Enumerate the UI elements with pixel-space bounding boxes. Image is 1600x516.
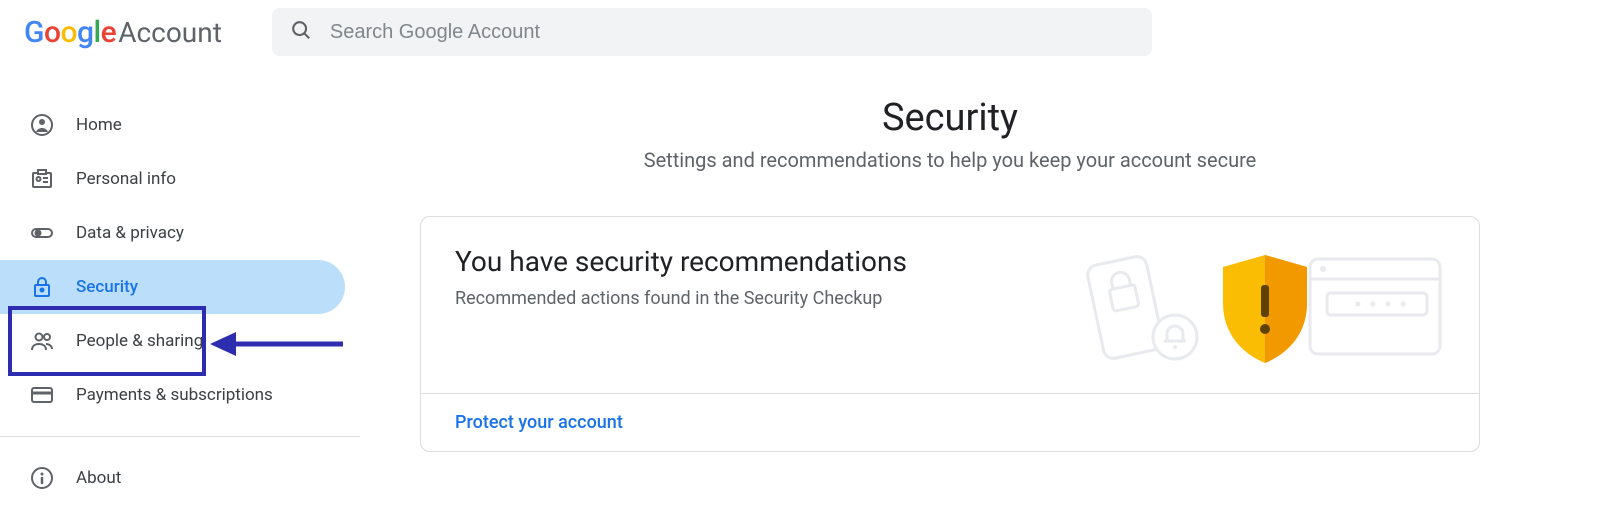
- sidebar-item-label: About: [76, 468, 121, 488]
- google-wordmark: Google: [24, 15, 116, 50]
- sidebar-item-label: Data & privacy: [76, 223, 184, 243]
- sidebar-item-label: People & sharing: [76, 331, 203, 351]
- security-recommendations-card: You have security recommendations Recomm…: [420, 216, 1480, 452]
- sidebar-item-label: Payments & subscriptions: [76, 385, 273, 405]
- page-subtitle: Settings and recommendations to help you…: [420, 148, 1480, 172]
- divider: [0, 436, 360, 437]
- toggle-icon: [30, 221, 54, 245]
- sidebar-item-label: Home: [76, 115, 122, 135]
- id-card-icon: [30, 167, 54, 191]
- sidebar-item-label: Personal info: [76, 169, 176, 189]
- info-icon: [30, 466, 54, 490]
- search-icon: [290, 19, 312, 45]
- people-icon: [30, 329, 54, 353]
- protect-account-link[interactable]: Protect your account: [421, 393, 1479, 451]
- credit-card-icon: [30, 383, 54, 407]
- user-circle-icon: [30, 113, 54, 137]
- lock-icon: [30, 275, 54, 299]
- header: Google Account: [0, 0, 1600, 64]
- sidebar-item-about[interactable]: About: [0, 451, 360, 505]
- google-account-logo[interactable]: Google Account: [24, 15, 222, 50]
- search-input[interactable]: [330, 21, 1134, 44]
- sidebar-item-personal-info[interactable]: Personal info: [0, 152, 360, 206]
- security-illustration: [1075, 245, 1445, 365]
- sidebar-item-label: Security: [76, 277, 138, 297]
- account-label: Account: [118, 16, 222, 49]
- sidebar-item-data-privacy[interactable]: Data & privacy: [0, 206, 360, 260]
- sidebar: Home Personal info Data &: [0, 64, 360, 505]
- sidebar-item-people-sharing[interactable]: People & sharing: [0, 314, 360, 368]
- search-box[interactable]: [272, 8, 1152, 56]
- card-title: You have security recommendations: [455, 245, 1075, 278]
- card-description: Recommended actions found in the Securit…: [455, 288, 1075, 309]
- sidebar-item-payments[interactable]: Payments & subscriptions: [0, 368, 360, 422]
- main-content: Security Settings and recommendations to…: [360, 64, 1600, 505]
- page-title: Security: [420, 96, 1480, 140]
- sidebar-item-security[interactable]: Security: [0, 260, 345, 314]
- sidebar-item-home[interactable]: Home: [0, 98, 360, 152]
